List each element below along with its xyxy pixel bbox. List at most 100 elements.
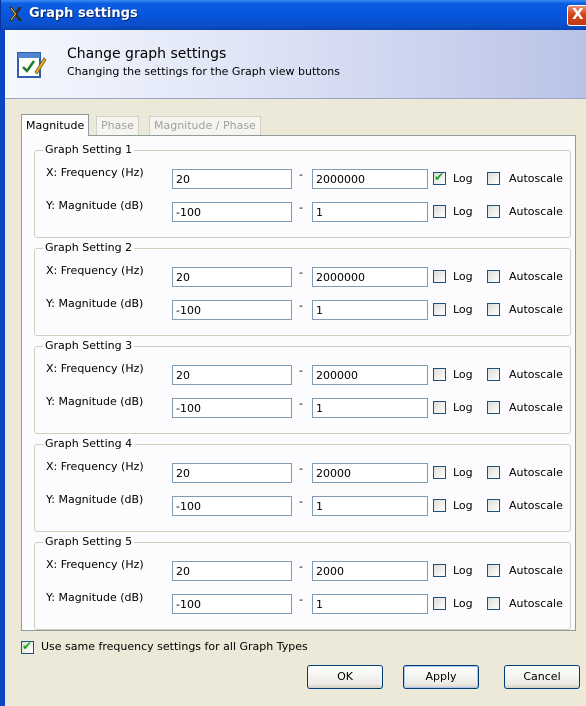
x-autoscale-checkbox[interactable] [487,270,500,283]
range-dash: - [299,266,303,279]
tab-magnitude[interactable]: Magnitude [21,114,90,136]
close-button[interactable]: X [567,5,586,26]
y-log-checkbox[interactable] [433,303,446,316]
x-max-input[interactable] [312,463,428,483]
group-title: Graph Setting 5 [43,535,135,548]
group-title: Graph Setting 2 [43,241,135,254]
x-frequency-label: X: Frequency (Hz) [46,166,144,179]
title-bar[interactable]: Graph settings X [0,0,586,30]
y-max-input[interactable] [312,398,428,418]
y-magnitude-label: Y: Magnitude (dB) [46,297,144,310]
tab-magnitude-phase[interactable]: Magnitude / Phase [149,116,261,135]
x-log-checkbox[interactable] [433,466,446,479]
x-log-label: Log [453,564,473,577]
apply-button[interactable]: Apply [403,665,479,689]
y-min-input[interactable] [172,300,292,320]
y-log-checkbox[interactable] [433,401,446,414]
range-dash: - [299,560,303,573]
y-autoscale-label: Autoscale [509,303,563,316]
y-max-input[interactable] [312,594,428,614]
ok-button[interactable]: OK [307,665,383,689]
graph-setting-group: Graph Setting 1 X: Frequency (Hz) - Log … [34,143,571,238]
y-autoscale-label: Autoscale [509,401,563,414]
x-autoscale-label: Autoscale [509,270,563,283]
x-autoscale-label: Autoscale [509,368,563,381]
range-dash: - [299,397,303,410]
y-max-input[interactable] [312,202,428,222]
window-title: Graph settings [29,6,138,21]
tab-phase[interactable]: Phase [96,116,139,135]
graph-setting-group: Graph Setting 2 X: Frequency (Hz) - Log … [34,241,571,336]
same-frequency-checkbox[interactable] [21,639,34,654]
y-autoscale-checkbox[interactable] [487,499,500,512]
x-log-label: Log [453,270,473,283]
x-log-checkbox[interactable] [433,368,446,381]
y-min-input[interactable] [172,496,292,516]
x-autoscale-checkbox[interactable] [487,564,500,577]
x-log-label: Log [453,172,473,185]
range-dash: - [299,364,303,377]
x-log-checkbox[interactable] [433,270,446,283]
window-frame [0,30,5,706]
range-dash: - [299,593,303,606]
x-frequency-label: X: Frequency (Hz) [46,460,144,473]
y-magnitude-label: Y: Magnitude (dB) [46,591,144,604]
y-log-label: Log [453,499,473,512]
y-log-checkbox[interactable] [433,597,446,610]
x-autoscale-checkbox[interactable] [487,368,500,381]
x-autoscale-label: Autoscale [509,564,563,577]
banner-subtitle: Changing the settings for the Graph view… [67,65,341,78]
range-dash: - [299,462,303,475]
x-log-checkbox[interactable] [433,170,446,185]
x-autoscale-checkbox[interactable] [487,466,500,479]
x-min-input[interactable] [172,169,292,189]
y-magnitude-label: Y: Magnitude (dB) [46,199,144,212]
x-max-input[interactable] [312,267,428,287]
checklist-pen-icon [17,52,47,78]
y-log-checkbox[interactable] [433,499,446,512]
magnitude-tab-panel: Graph Setting 1 X: Frequency (Hz) - Log … [21,135,576,631]
x-min-input[interactable] [172,561,292,581]
x-log-checkbox[interactable] [433,564,446,577]
graph-setting-group: Graph Setting 5 X: Frequency (Hz) - Log … [34,535,571,630]
x-max-input[interactable] [312,365,428,385]
y-autoscale-checkbox[interactable] [487,401,500,414]
y-min-input[interactable] [172,202,292,222]
x-frequency-label: X: Frequency (Hz) [46,362,144,375]
y-autoscale-label: Autoscale [509,205,563,218]
y-log-label: Log [453,205,473,218]
y-min-input[interactable] [172,594,292,614]
range-dash: - [299,201,303,214]
x-log-label: Log [453,466,473,479]
group-title: Graph Setting 4 [43,437,135,450]
x-max-input[interactable] [312,561,428,581]
x-min-input[interactable] [172,463,292,483]
y-max-input[interactable] [312,300,428,320]
header-banner: Change graph settings Changing the setti… [5,30,586,99]
range-dash: - [299,168,303,181]
y-autoscale-checkbox[interactable] [487,597,500,610]
x-max-input[interactable] [312,169,428,189]
group-title: Graph Setting 1 [43,143,135,156]
y-autoscale-label: Autoscale [509,597,563,610]
x-autoscale-checkbox[interactable] [487,172,500,185]
range-dash: - [299,495,303,508]
y-autoscale-checkbox[interactable] [487,303,500,316]
y-log-checkbox[interactable] [433,205,446,218]
x-logo-icon [9,7,22,21]
x-autoscale-label: Autoscale [509,466,563,479]
x-log-label: Log [453,368,473,381]
x-min-input[interactable] [172,365,292,385]
y-max-input[interactable] [312,496,428,516]
x-frequency-label: X: Frequency (Hz) [46,558,144,571]
y-min-input[interactable] [172,398,292,418]
graph-settings-dialog: Graph settings X Change graph settings C… [0,0,586,706]
x-min-input[interactable] [172,267,292,287]
close-icon: X [572,5,584,23]
x-autoscale-label: Autoscale [509,172,563,185]
y-autoscale-checkbox[interactable] [487,205,500,218]
same-frequency-label: Use same frequency settings for all Grap… [41,640,308,653]
cancel-button[interactable]: Cancel [504,665,580,689]
graph-setting-group: Graph Setting 3 X: Frequency (Hz) - Log … [34,339,571,434]
x-frequency-label: X: Frequency (Hz) [46,264,144,277]
